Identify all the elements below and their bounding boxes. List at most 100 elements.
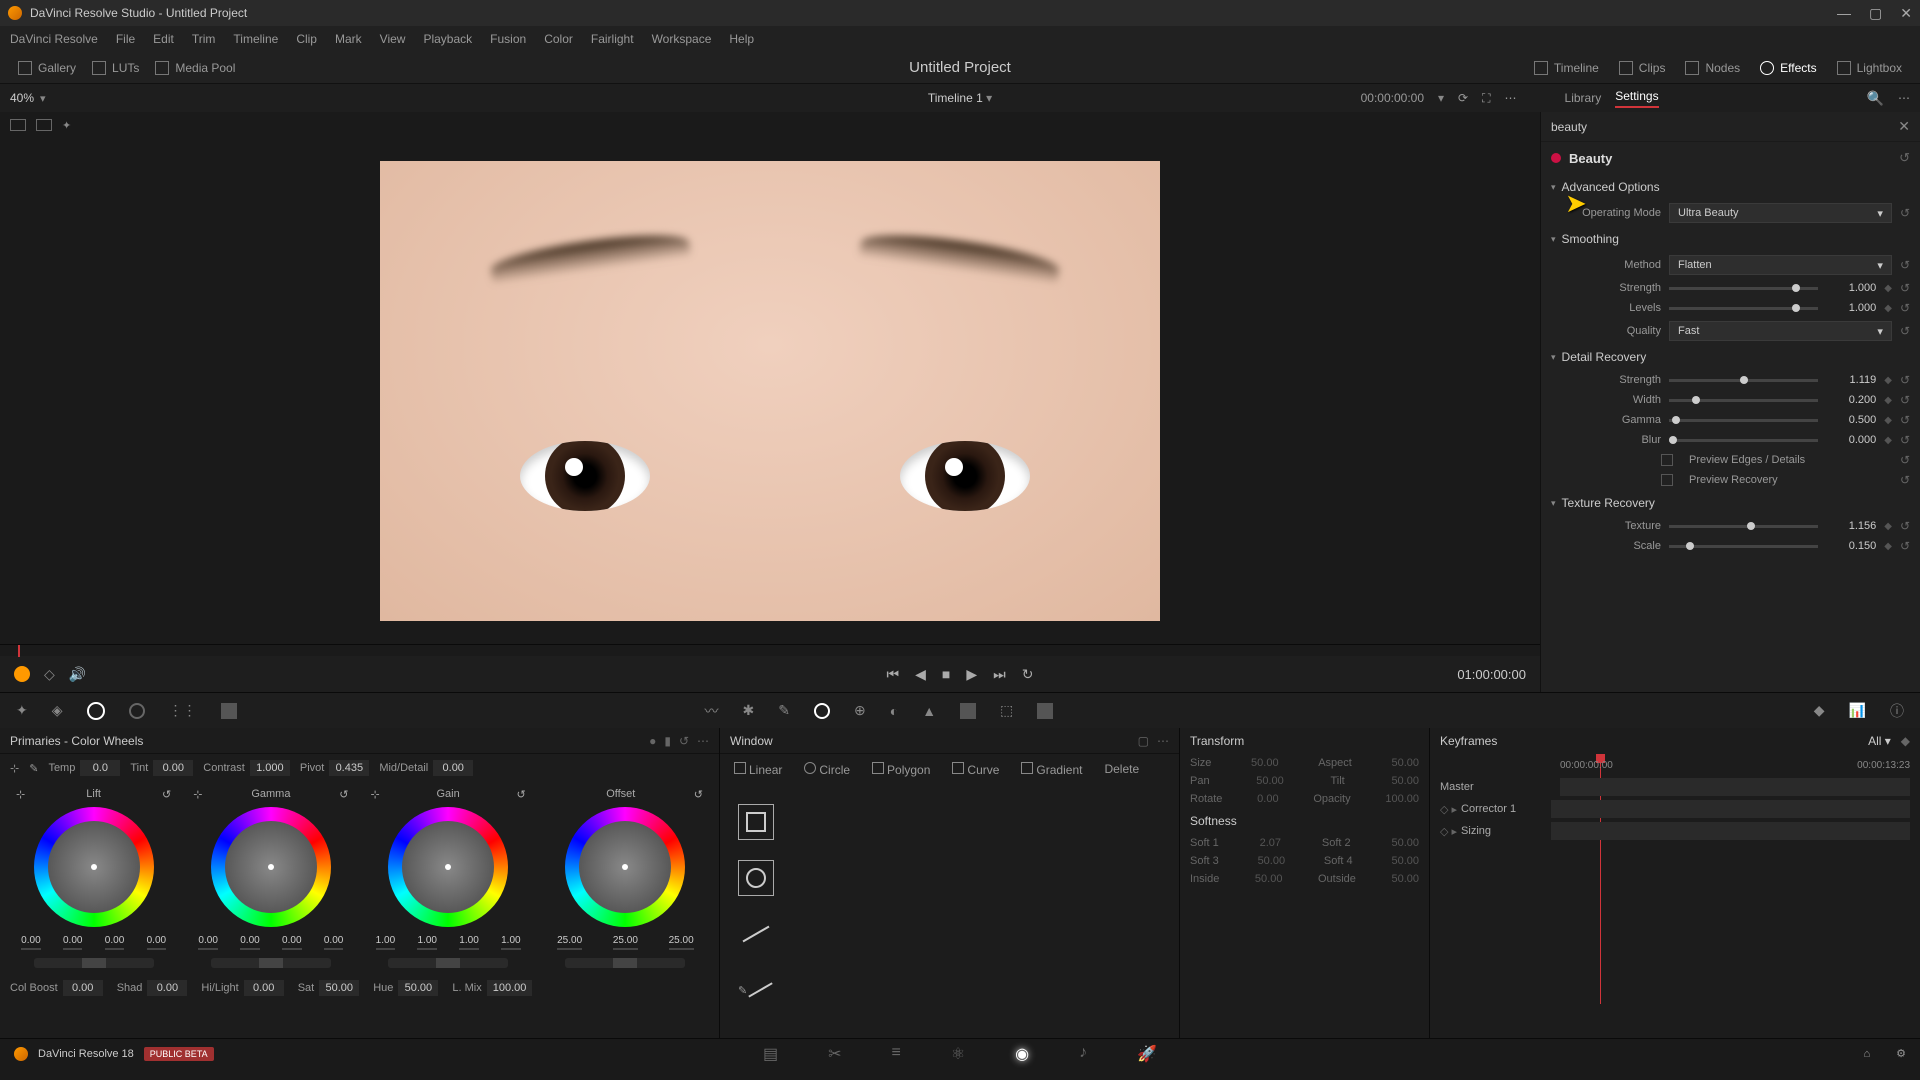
levels-value[interactable]: 1.000 <box>1826 302 1876 314</box>
operating-mode-select[interactable]: Ultra Beauty▾ <box>1669 203 1892 223</box>
reset-icon[interactable]: ↺ <box>1900 473 1910 487</box>
marker-icon[interactable] <box>14 666 30 682</box>
hdr-wheels-icon[interactable] <box>129 703 145 719</box>
wheels-icon[interactable] <box>87 702 105 720</box>
lift-reset-icon[interactable]: ↺ <box>162 788 171 801</box>
menu-edit[interactable]: Edit <box>153 32 174 46</box>
hue-value[interactable]: 50.00 <box>398 980 438 996</box>
size-value[interactable]: 50.00 <box>1251 757 1279 769</box>
next-clip-button[interactable]: ⏭ <box>993 666 1006 683</box>
keyframe-palette-icon[interactable]: ◆ <box>1814 702 1825 719</box>
menu-workspace[interactable]: Workspace <box>652 32 712 46</box>
opacity-value[interactable]: 100.00 <box>1385 793 1419 805</box>
strength-slider[interactable] <box>1669 287 1818 290</box>
view-mode-icon-2[interactable] <box>36 119 52 131</box>
luts-button[interactable]: LUTs <box>84 57 147 79</box>
fx-reset-icon[interactable]: ↺ <box>1899 150 1910 166</box>
chevron-down-icon[interactable]: ▾ <box>1551 498 1556 509</box>
master-lane[interactable] <box>1560 778 1910 796</box>
gamma-picker-icon[interactable]: ⊹ <box>193 788 202 801</box>
preview-edges-checkbox[interactable] <box>1661 454 1673 466</box>
page-color-icon[interactable]: ◉ <box>1015 1044 1029 1064</box>
colboost-value[interactable]: 0.00 <box>63 980 103 996</box>
tab-settings[interactable]: Settings <box>1615 89 1658 108</box>
corrector-lane[interactable] <box>1551 800 1910 818</box>
keyframe-icon[interactable]: ◆ <box>1884 521 1892 532</box>
tilt-value[interactable]: 50.00 <box>1391 775 1419 787</box>
menu-fairlight[interactable]: Fairlight <box>591 32 634 46</box>
track-sizing[interactable]: Sizing <box>1461 825 1551 837</box>
stop-button[interactable]: ■ <box>942 666 950 683</box>
key-icon[interactable] <box>960 703 976 719</box>
shape-circle[interactable]: Circle <box>804 762 850 777</box>
width-slider[interactable] <box>1669 399 1818 402</box>
offset-wheel[interactable] <box>565 807 685 927</box>
offset-reset-icon[interactable]: ↺ <box>694 788 703 801</box>
shape-gradient[interactable]: Gradient <box>1021 762 1082 777</box>
expand-icon[interactable]: ⛶ <box>1482 91 1490 106</box>
keyframe-icon[interactable]: ◆ <box>1884 375 1892 386</box>
shape-linear[interactable]: Linear <box>734 762 782 777</box>
window-item-circle[interactable] <box>730 850 1169 906</box>
tracker-icon[interactable]: ⊕ <box>854 702 866 719</box>
magic-mask-icon[interactable]: ◐ <box>890 703 898 719</box>
3d-icon[interactable] <box>1037 703 1053 719</box>
clear-search-icon[interactable]: ✕ <box>1898 118 1910 135</box>
home-icon[interactable]: ⌂ <box>1863 1048 1870 1060</box>
gain-wheel[interactable] <box>388 807 508 927</box>
viewer[interactable] <box>0 138 1540 644</box>
shape-curve[interactable]: Curve <box>952 762 999 777</box>
close-icon[interactable]: ✕ <box>1900 5 1912 22</box>
reset-icon[interactable]: ↺ <box>1900 258 1910 272</box>
step-back-button[interactable]: ◀ <box>915 666 926 683</box>
keyframe-icon[interactable]: ◆ <box>1884 415 1892 426</box>
keyframe-icon[interactable]: ◆ <box>1884 541 1892 552</box>
texture-value[interactable]: 1.156 <box>1826 520 1876 532</box>
menu-view[interactable]: View <box>380 32 406 46</box>
scale-value[interactable]: 0.150 <box>1826 540 1876 552</box>
reset-icon[interactable]: ↺ <box>1900 453 1910 467</box>
rgb-mixer-icon[interactable]: ⋮⋮ <box>169 702 197 719</box>
section-texture[interactable]: Texture Recovery <box>1562 496 1655 510</box>
scale-slider[interactable] <box>1669 545 1818 548</box>
chevron-down-icon[interactable]: ▾ <box>1551 352 1556 363</box>
soft4-value[interactable]: 50.00 <box>1391 855 1419 867</box>
page-edit-icon[interactable]: ≡ <box>891 1044 900 1064</box>
section-advanced[interactable]: Advanced Options <box>1562 180 1660 194</box>
dstrength-slider[interactable] <box>1669 379 1818 382</box>
blur-slider[interactable] <box>1669 439 1818 442</box>
md-value[interactable]: 0.00 <box>433 760 473 776</box>
window-item-rect[interactable] <box>730 794 1169 850</box>
keyframe-icon[interactable]: ◆ <box>1884 303 1892 314</box>
viewer-more-icon[interactable]: ⋯ <box>1505 91 1517 105</box>
gamma-slider[interactable] <box>1669 419 1818 422</box>
width-value[interactable]: 0.200 <box>1826 394 1876 406</box>
reset-icon[interactable]: ↺ <box>1900 393 1910 407</box>
menu-clip[interactable]: Clip <box>296 32 317 46</box>
gain-picker-icon[interactable]: ⊹ <box>371 788 380 801</box>
reset-icon[interactable]: ↺ <box>1900 373 1910 387</box>
page-fusion-icon[interactable]: ⚛ <box>951 1044 965 1064</box>
maximize-icon[interactable]: ▢ <box>1869 5 1882 22</box>
chevron-down-icon[interactable]: ▾ <box>1551 234 1556 245</box>
gain-master-slider[interactable] <box>388 958 508 968</box>
lmix-value[interactable]: 100.00 <box>487 980 533 996</box>
gamma-reset-icon[interactable]: ↺ <box>339 788 348 801</box>
minimize-icon[interactable]: — <box>1837 5 1851 22</box>
audio-icon[interactable]: 🔊 <box>69 666 86 683</box>
prev-clip-button[interactable]: ⏮ <box>887 666 900 683</box>
sat-value[interactable]: 50.00 <box>319 980 359 996</box>
texture-slider[interactable] <box>1669 525 1818 528</box>
gamma-master-slider[interactable] <box>211 958 331 968</box>
blur-icon[interactable]: ▲ <box>922 703 936 719</box>
offset-master-slider[interactable] <box>565 958 685 968</box>
aspect-value[interactable]: 50.00 <box>1391 757 1419 769</box>
keyframe-icon[interactable]: ◆ <box>1884 283 1892 294</box>
search-icon[interactable]: 🔍 <box>1867 90 1884 107</box>
reset-icon[interactable]: ↺ <box>1900 206 1910 220</box>
reset-icon[interactable]: ↺ <box>1900 433 1910 447</box>
mediapool-button[interactable]: Media Pool <box>147 57 243 79</box>
page-deliver-icon[interactable]: 🚀 <box>1137 1044 1157 1064</box>
reset-icon[interactable]: ↺ <box>1900 413 1910 427</box>
temp-value[interactable]: 0.0 <box>80 760 120 776</box>
